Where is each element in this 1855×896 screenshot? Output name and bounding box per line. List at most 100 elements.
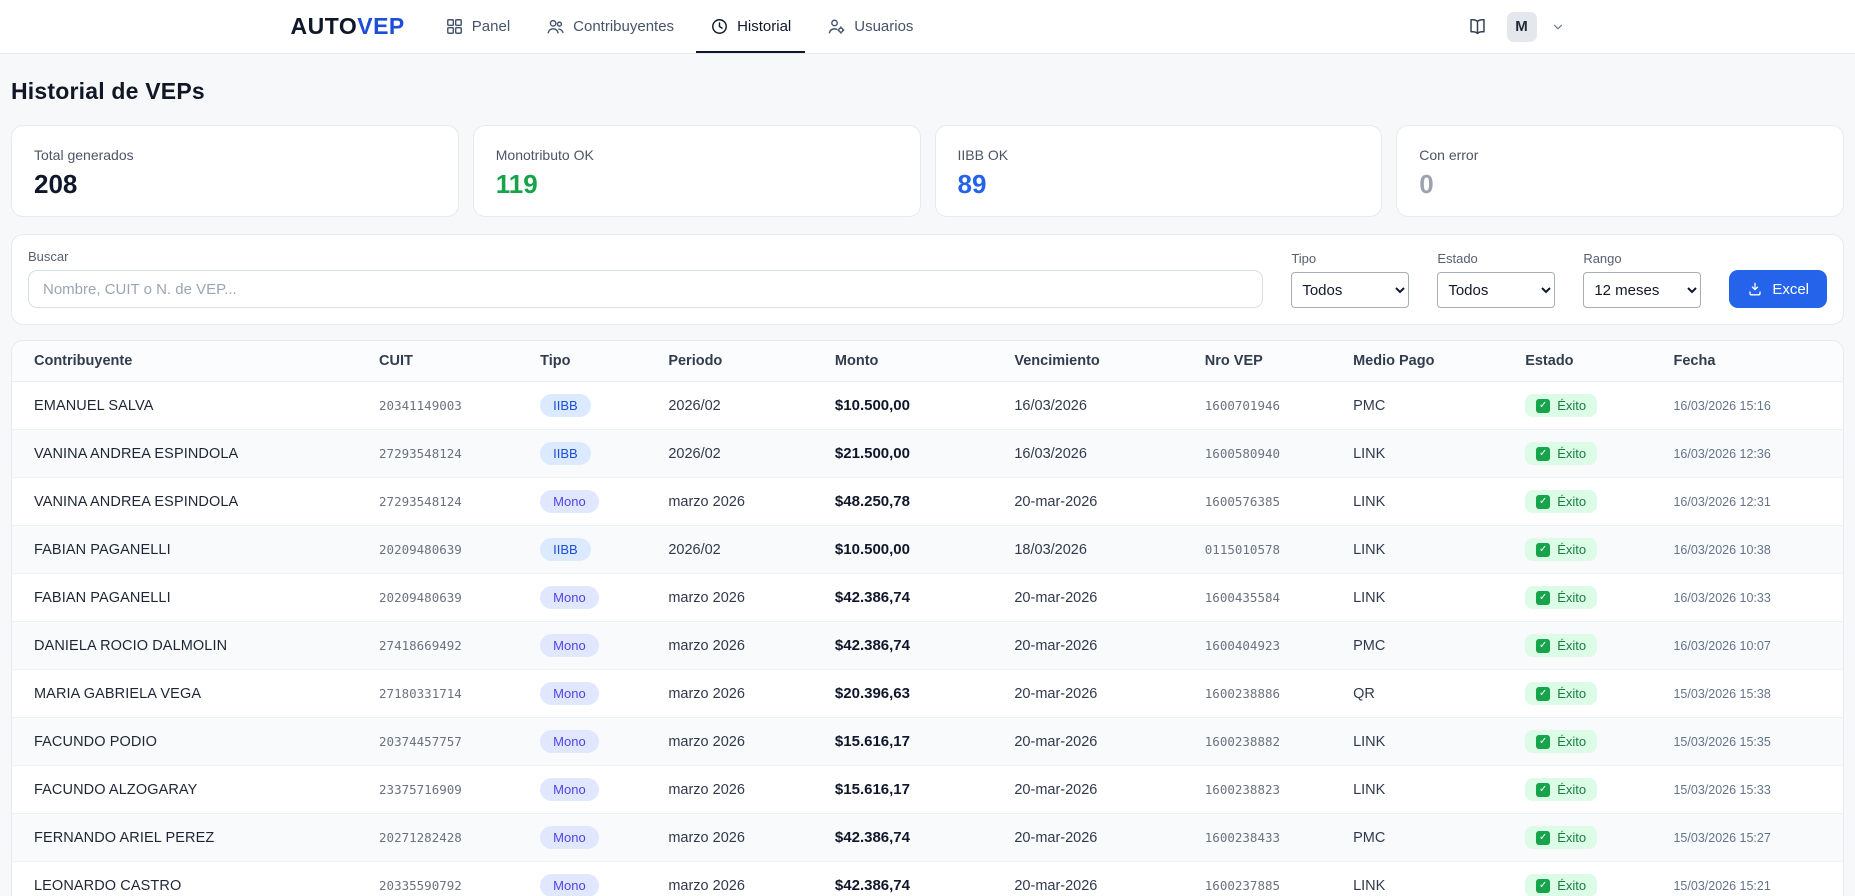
cell-vencimiento: 20-mar-2026	[1004, 814, 1194, 862]
cell-contribuyente: LEONARDO CASTRO	[12, 862, 369, 896]
users-icon	[546, 17, 565, 36]
cell-medio-pago: LINK	[1343, 430, 1515, 478]
estado-select[interactable]: Todos	[1437, 272, 1555, 308]
cell-tipo: Mono	[530, 766, 658, 814]
rango-select[interactable]: 12 meses	[1583, 272, 1701, 308]
cell-periodo: marzo 2026	[658, 814, 825, 862]
cell-contribuyente: FERNANDO ARIEL PEREZ	[12, 814, 369, 862]
cell-nro-vep: 1600237885	[1195, 862, 1343, 896]
stat-card-error: Con error 0	[1396, 125, 1844, 217]
estado-label: Estado	[1437, 251, 1555, 266]
cell-contribuyente: VANINA ANDREA ESPINDOLA	[12, 478, 369, 526]
cell-monto: $10.500,00	[825, 382, 1004, 430]
excel-export-button[interactable]: Excel	[1729, 270, 1827, 308]
cell-periodo: marzo 2026	[658, 574, 825, 622]
stats-row: Total generados 208 Monotributo OK 119 I…	[11, 125, 1844, 217]
cell-contribuyente: VANINA ANDREA ESPINDOLA	[12, 430, 369, 478]
excel-button-label: Excel	[1772, 281, 1809, 298]
docs-book-icon[interactable]	[1463, 12, 1493, 42]
estado-badge: ✓ Éxito	[1525, 826, 1597, 849]
cell-vencimiento: 20-mar-2026	[1004, 622, 1194, 670]
cell-contribuyente: FABIAN PAGANELLI	[12, 526, 369, 574]
cell-monto: $42.386,74	[825, 574, 1004, 622]
cell-tipo: IIBB	[530, 382, 658, 430]
estado-field: Estado Todos	[1437, 251, 1555, 308]
cell-tipo: IIBB	[530, 430, 658, 478]
table-row: VANINA ANDREA ESPINDOLA 27293548124 Mono…	[12, 478, 1843, 526]
tipo-badge: Mono	[540, 826, 599, 849]
stat-label: Con error	[1419, 147, 1821, 163]
main-content: Historial de VEPs Total generados 208 Mo…	[0, 78, 1855, 896]
cell-fecha: 15/03/2026 15:35	[1663, 718, 1843, 766]
cell-medio-pago: LINK	[1343, 766, 1515, 814]
avatar[interactable]: M	[1507, 12, 1537, 42]
cell-monto: $48.250,78	[825, 478, 1004, 526]
stat-card-monotributo: Monotributo OK 119	[473, 125, 921, 217]
chevron-down-icon[interactable]	[1551, 20, 1565, 34]
estado-label: Éxito	[1557, 782, 1586, 797]
cell-fecha: 16/03/2026 12:36	[1663, 430, 1843, 478]
estado-label: Éxito	[1557, 830, 1586, 845]
download-icon	[1747, 281, 1763, 297]
cell-periodo: marzo 2026	[658, 478, 825, 526]
cell-estado: ✓ Éxito	[1515, 526, 1663, 574]
cell-nro-vep: 1600238886	[1195, 670, 1343, 718]
check-icon: ✓	[1536, 543, 1550, 557]
estado-label: Éxito	[1557, 446, 1586, 461]
table-row: FACUNDO ALZOGARAY 23375716909 Mono marzo…	[12, 766, 1843, 814]
estado-label: Éxito	[1557, 878, 1586, 893]
cell-periodo: marzo 2026	[658, 718, 825, 766]
cell-estado: ✓ Éxito	[1515, 430, 1663, 478]
estado-badge: ✓ Éxito	[1525, 442, 1597, 465]
cell-vencimiento: 20-mar-2026	[1004, 478, 1194, 526]
check-icon: ✓	[1536, 591, 1550, 605]
nav-label-contribuyentes: Contribuyentes	[573, 18, 674, 35]
stat-card-total: Total generados 208	[11, 125, 459, 217]
nav-item-contribuyentes[interactable]: Contribuyentes	[532, 0, 688, 53]
col-vencimiento: Vencimiento	[1004, 341, 1194, 382]
app-logo[interactable]: AUTOVEP	[291, 13, 405, 40]
nav-item-usuarios[interactable]: Usuarios	[813, 0, 927, 53]
cell-fecha: 16/03/2026 12:31	[1663, 478, 1843, 526]
table-row: EMANUEL SALVA 20341149003 IIBB 2026/02 $…	[12, 382, 1843, 430]
vep-table-card: Contribuyente CUIT Tipo Periodo Monto Ve…	[11, 340, 1844, 896]
cell-contribuyente: EMANUEL SALVA	[12, 382, 369, 430]
cell-periodo: marzo 2026	[658, 622, 825, 670]
tipo-badge: Mono	[540, 634, 599, 657]
cell-periodo: marzo 2026	[658, 766, 825, 814]
estado-badge: ✓ Éxito	[1525, 586, 1597, 609]
col-tipo: Tipo	[530, 341, 658, 382]
cell-contribuyente: FACUNDO ALZOGARAY	[12, 766, 369, 814]
grid-icon	[445, 17, 464, 36]
estado-badge: ✓ Éxito	[1525, 634, 1597, 657]
tipo-badge: Mono	[540, 730, 599, 753]
nav-item-panel[interactable]: Panel	[431, 0, 524, 53]
tipo-badge: Mono	[540, 490, 599, 513]
stat-card-iibb: IIBB OK 89	[935, 125, 1383, 217]
cell-medio-pago: QR	[1343, 670, 1515, 718]
table-head: Contribuyente CUIT Tipo Periodo Monto Ve…	[12, 341, 1843, 382]
estado-label: Éxito	[1557, 734, 1586, 749]
cell-fecha: 15/03/2026 15:38	[1663, 670, 1843, 718]
check-icon: ✓	[1536, 879, 1550, 893]
cell-fecha: 15/03/2026 15:33	[1663, 766, 1843, 814]
cell-cuit: 27180331714	[369, 670, 530, 718]
estado-badge: ✓ Éxito	[1525, 682, 1597, 705]
tipo-select[interactable]: Todos	[1291, 272, 1409, 308]
cell-monto: $42.386,74	[825, 814, 1004, 862]
col-monto: Monto	[825, 341, 1004, 382]
col-fecha: Fecha	[1663, 341, 1843, 382]
estado-label: Éxito	[1557, 398, 1586, 413]
tipo-badge: Mono	[540, 874, 599, 896]
col-periodo: Periodo	[658, 341, 825, 382]
cell-vencimiento: 20-mar-2026	[1004, 862, 1194, 896]
cell-vencimiento: 20-mar-2026	[1004, 766, 1194, 814]
search-input[interactable]	[28, 270, 1263, 308]
estado-label: Éxito	[1557, 590, 1586, 605]
nav-item-historial[interactable]: Historial	[696, 0, 805, 53]
cell-tipo: Mono	[530, 814, 658, 862]
cell-nro-vep: 1600238433	[1195, 814, 1343, 862]
col-nro-vep: Nro VEP	[1195, 341, 1343, 382]
table-row: LEONARDO CASTRO 20335590792 Mono marzo 2…	[12, 862, 1843, 896]
check-icon: ✓	[1536, 639, 1550, 653]
